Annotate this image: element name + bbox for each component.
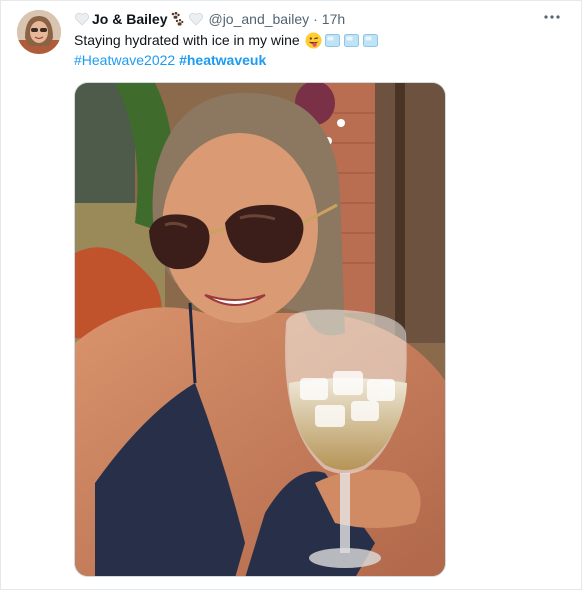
tweet-header: Jo & Bailey @jo_and_bailey · 17h [74, 9, 345, 29]
hashtag-link[interactable]: #heatwaveuk [179, 52, 266, 68]
tweet-card[interactable]: Jo & Bailey @jo_and_bailey · 17h Staying… [0, 0, 582, 590]
separator-dot: · [313, 11, 318, 27]
tweet-text: Staying hydrated with ice in my wine [74, 32, 300, 48]
tweet-text-line: Staying hydrated with ice in my wine [74, 31, 379, 49]
hashtags-line: #Heatwave2022 #heatwaveuk [74, 51, 266, 69]
winking-face-tongue-emoji [305, 32, 322, 49]
white-heart-icon [188, 11, 204, 27]
selfie-photo [75, 83, 445, 576]
tweet-timestamp[interactable]: 17h [322, 11, 345, 27]
more-options-icon[interactable] [541, 9, 563, 25]
avatar[interactable] [17, 10, 61, 54]
author-handle[interactable]: @jo_and_bailey [208, 11, 309, 27]
ice-cube-emoji [343, 32, 360, 49]
avatar-photo [17, 10, 61, 54]
author-name[interactable]: Jo & Bailey [92, 11, 167, 27]
ice-cube-emoji [362, 32, 379, 49]
ice-cube-emoji [324, 32, 341, 49]
tweet-photo[interactable] [74, 82, 446, 577]
white-heart-icon [74, 11, 90, 27]
hashtag-link[interactable]: #Heatwave2022 [74, 52, 175, 68]
paw-prints-icon [169, 11, 185, 27]
